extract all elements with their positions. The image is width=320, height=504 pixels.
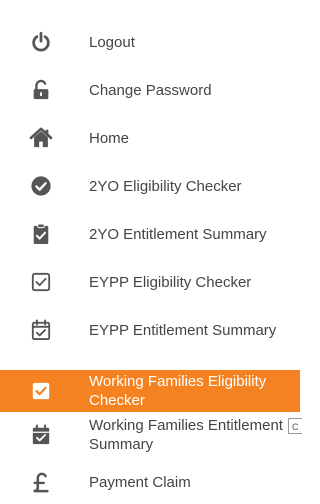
unlock-icon [29,78,53,102]
menu-item-label: Working Families Eligibility Checker [89,373,267,409]
menu-item-label: Home [89,129,130,147]
menu-item-working-families-entitlement-summary[interactable]: Working Families Entitlement Summary [0,414,300,456]
menu-item-working-families-eligibility-checker[interactable]: Working Families Eligibility Checker [0,370,300,412]
side-menu: Logout Change Password Home 2YO Eligibil… [0,0,302,504]
menu-item-home[interactable]: Home [0,118,300,158]
power-icon [29,30,53,54]
menu-item-label: 2YO Entitlement Summary [89,225,267,243]
menu-item-change-password[interactable]: Change Password [0,70,300,110]
check-square-icon [29,379,53,403]
menu-item-label: Working Families Entitlement Summary [89,417,283,453]
menu-item-label: 2YO Eligibility Checker [89,177,242,195]
clipboard-check-icon [29,222,53,246]
check-square-icon [29,270,53,294]
check-circle-icon [29,174,53,198]
menu-item-eypp-eligibility-checker[interactable]: EYPP Eligibility Checker [0,262,300,302]
menu-item-2yo-entitlement-summary[interactable]: 2YO Entitlement Summary [0,214,300,254]
menu-item-payment-claim[interactable]: Payment Claim [0,462,300,502]
menu-item-2yo-eligibility-checker[interactable]: 2YO Eligibility Checker [0,166,300,206]
home-icon [29,126,53,150]
menu-item-logout[interactable]: Logout [0,22,300,62]
calendar-check-icon [29,318,53,342]
menu-item-label: EYPP Entitlement Summary [89,321,277,339]
menu-item-label: EYPP Eligibility Checker [89,273,252,291]
menu-item-label: Payment Claim [89,473,191,491]
menu-item-label: Logout [89,33,135,51]
menu-item-label: Change Password [89,81,212,99]
side-tab[interactable]: C [288,418,302,434]
calendar-check-icon [29,423,53,447]
pound-icon [29,470,53,494]
menu-item-eypp-entitlement-summary[interactable]: EYPP Entitlement Summary [0,310,300,350]
